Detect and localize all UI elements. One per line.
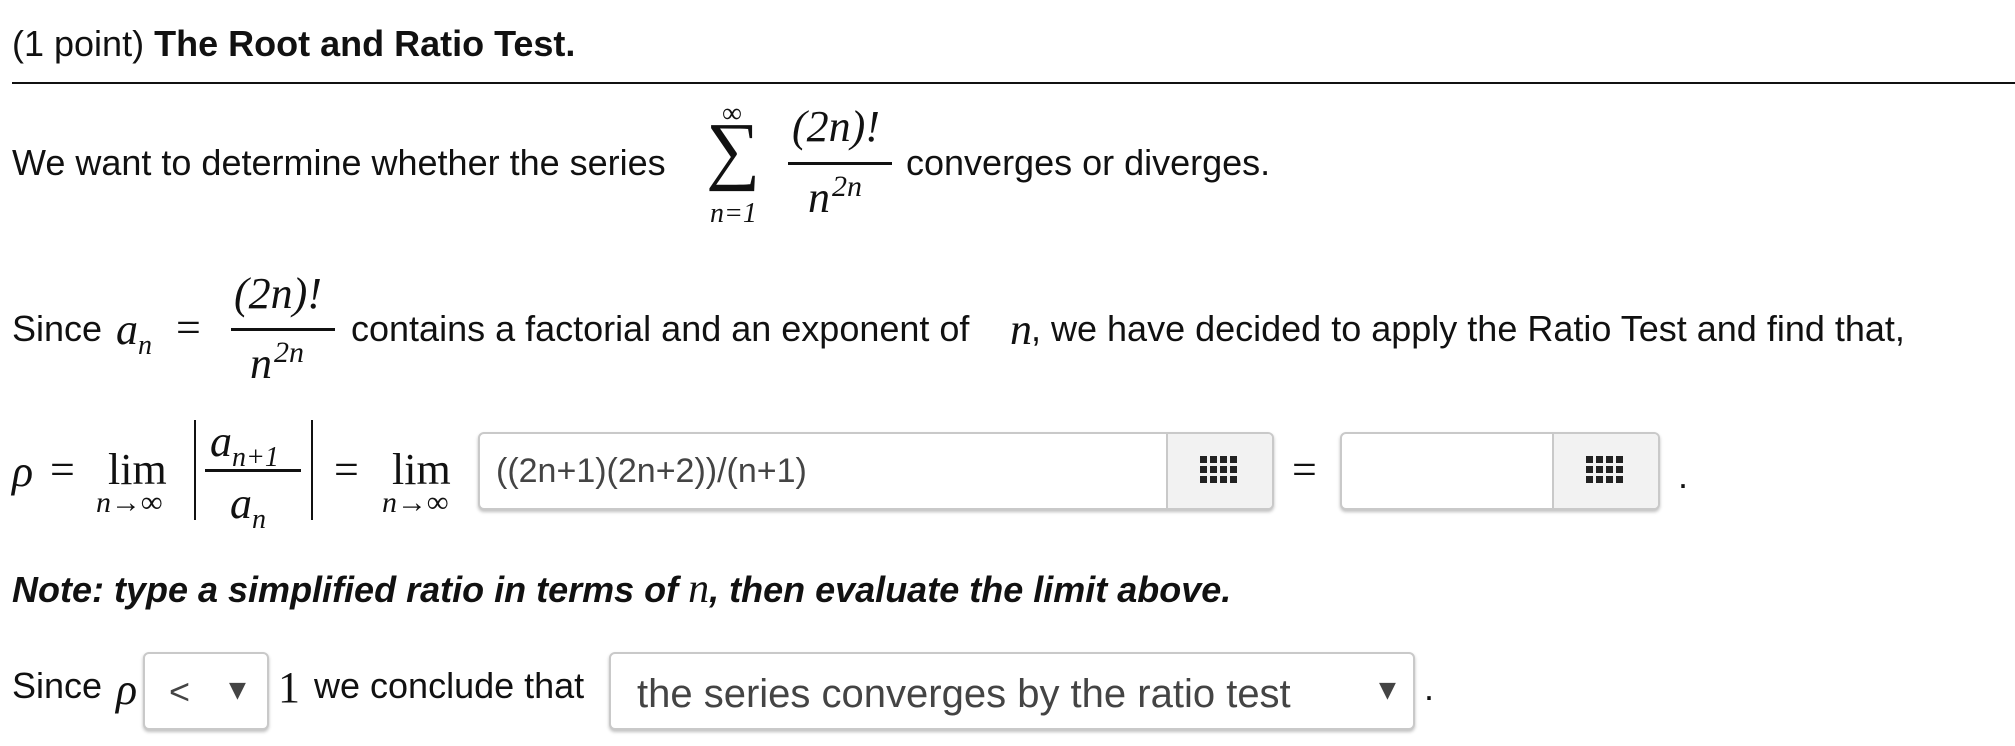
note-text: Note: type a simplified ratio in terms o… [12,568,1231,610]
conclusion-select[interactable]: the series converges by the ratio test ▼ [609,652,1415,730]
limit-input[interactable] [1340,432,1660,510]
limit-equals: = [1292,445,1317,494]
a-n-numerator: (2n)! [234,269,322,318]
sum-symbol: ∑ [706,108,761,192]
down-triangle-icon: ▼ [229,678,246,703]
conclusion-selected-value: the series converges by the ratio test [637,672,1291,716]
limit-palette-button[interactable] [1552,434,1658,508]
rho-equals: = [50,445,75,494]
ratio-numerator-base: a [210,417,232,466]
ratio-equals: = [334,445,359,494]
intro-text: We want to determine whether the series [12,142,666,183]
a-n-denominator-base: n [250,339,272,388]
grid-icon [1200,456,1237,483]
series-denominator-base: n [808,173,830,222]
since-label: Since [12,308,103,349]
problem-header: (1 point) The Root and Ratio Test. [12,26,575,62]
comparison-selected-value: < [169,671,191,712]
lim-subscript-1: n→∞ [96,486,163,519]
conclusion-one: 1 [278,663,300,712]
rho-symbol: ρ [12,447,34,496]
n-variable: n [1010,305,1032,354]
intro-text-after: converges or diverges. [906,142,1271,183]
header-divider [12,82,2015,84]
down-triangle-icon: ▼ [1379,678,1396,703]
ratio-denominator-base: a [230,479,252,528]
a-n-equals: = [176,303,201,352]
series-denominator-exponent: 2n [832,170,862,203]
conclusion-rho: ρ [116,665,138,714]
problem-title: The Root and Ratio Test. [154,23,576,64]
ratio-numerator: an+1 [210,420,279,472]
ratio-input-value: ((2n+1)(2n+2))/(n+1) [496,452,807,490]
a-n-variable: an [116,308,152,360]
a-n-subscript: n [138,329,152,361]
note-before: Note: type a simplified ratio in terms o… [12,569,679,610]
conclusion-since: Since [12,665,103,706]
since-text-middle: contains a factorial and an exponent of [351,308,970,349]
ratio-line-period: . [1678,455,1689,496]
ratio-palette-button[interactable] [1166,434,1272,508]
series-fraction-bar [788,162,892,165]
ratio-denominator-subscript: n [252,503,266,535]
abs-bar-left [194,420,196,520]
since-text-end: , we have decided to apply the Ratio Tes… [1031,308,1905,349]
a-n-denominator-exponent: 2n [274,336,304,369]
a-n-base: a [116,305,138,354]
a-n-fraction-bar [231,328,335,331]
sum-lower-limit: n=1 [710,198,757,229]
abs-bar-right [311,420,313,520]
lim-subscript-2: n→∞ [382,486,449,519]
grid-icon [1586,456,1623,483]
series-numerator: (2n)! [792,102,880,151]
ratio-input[interactable]: ((2n+1)(2n+2))/(n+1) [478,432,1274,510]
note-after: , then evaluate the limit above. [709,569,1232,610]
ratio-fraction-bar [205,469,301,472]
comparison-select[interactable]: < ▼ [143,652,269,730]
conclusion-period: . [1424,667,1435,708]
problem-page: (1 point) The Root and Ratio Test. We wa… [0,0,2015,746]
note-variable: n [688,566,710,612]
points-label: (1 point) [12,23,145,64]
conclusion-middle-text: we conclude that [314,665,585,706]
ratio-denominator: an [230,482,266,534]
